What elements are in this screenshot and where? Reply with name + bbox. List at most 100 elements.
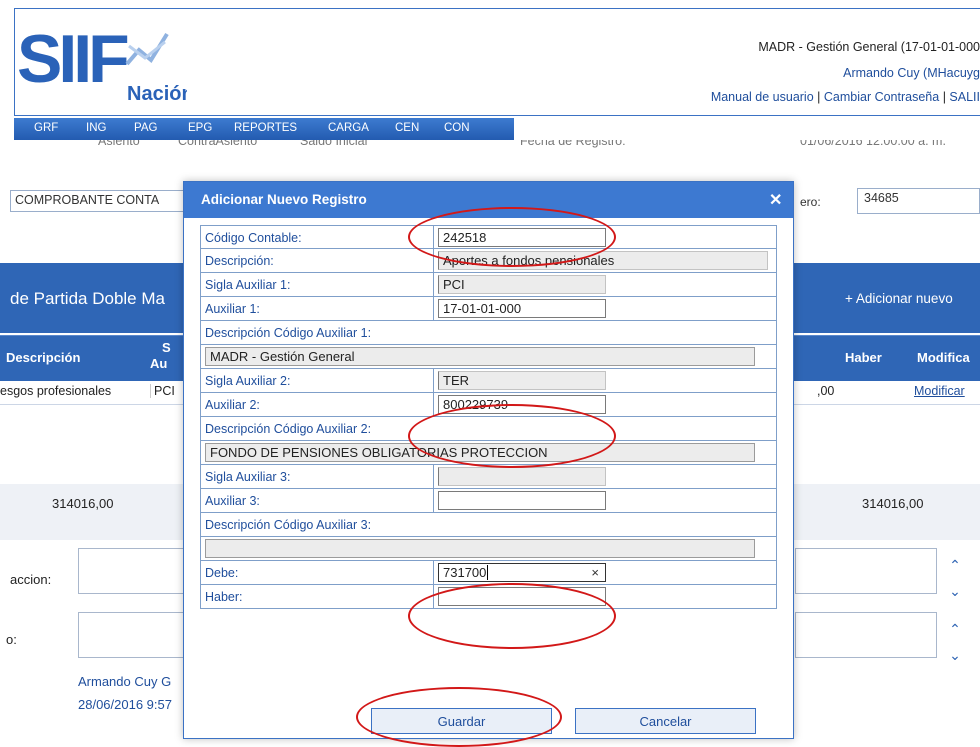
- logo-text: SIIF: [17, 21, 128, 97]
- menu-pag[interactable]: PAG: [134, 122, 157, 134]
- app-header: SIIF Nación MADR - Gestión General (17-0…: [0, 0, 980, 140]
- menu-reportes[interactable]: REPORTES: [234, 122, 297, 134]
- auxiliar2-input[interactable]: 800229739: [438, 395, 606, 414]
- row-debe: Debe: 731700 ×: [200, 561, 777, 585]
- memo1-textarea-right[interactable]: [795, 548, 937, 594]
- cancel-button[interactable]: Cancelar: [575, 708, 756, 734]
- dialog-header: Adicionar Nuevo Registro ✕: [184, 182, 793, 218]
- row-desc-aux1-label: Descripción Código Auxiliar 1:: [200, 321, 777, 345]
- link-separator: |: [813, 90, 824, 104]
- auxiliar3-input[interactable]: [438, 491, 606, 510]
- descripcion-label: Descripción:: [205, 254, 274, 268]
- memo1-label: accion:: [10, 572, 52, 587]
- manual-link[interactable]: Manual de usuario: [711, 90, 814, 104]
- close-icon[interactable]: ✕: [769, 190, 782, 210]
- section-title: de Partida Doble Ma: [10, 289, 165, 308]
- add-record-dialog: Adicionar Nuevo Registro ✕ Código Contab…: [183, 181, 794, 739]
- footer-user: Armando Cuy G: [78, 674, 172, 689]
- header-user[interactable]: Armando Cuy (MHacuyg: [843, 66, 980, 80]
- logout-link[interactable]: SALII: [949, 90, 980, 104]
- numero-field[interactable]: 34685: [857, 188, 980, 214]
- numero-label: ero:: [800, 195, 821, 209]
- sigla-aux3-field: [438, 467, 606, 486]
- sigla-aux1-label: Sigla Auxiliar 1:: [205, 278, 291, 292]
- desc-aux1-field: MADR - Gestión General: [205, 347, 755, 366]
- cell-haber: ,00: [817, 384, 835, 398]
- codigo-contable-label: Código Contable:: [205, 231, 302, 245]
- clear-icon[interactable]: ×: [591, 565, 599, 580]
- cut-off-options-line: Asiento ContraAsiento Saldo Inicial Fech…: [0, 140, 980, 154]
- sigla-aux2-label: Sigla Auxiliar 2:: [205, 374, 291, 388]
- col-modificar: Modifica: [917, 350, 970, 365]
- descripcion-field: Aportes a fondos pensionales: [438, 251, 768, 270]
- row-desc-aux3-label: Descripción Código Auxiliar 3:: [200, 513, 777, 537]
- menu-epg[interactable]: EPG: [188, 122, 212, 134]
- row-sigla-aux1: Sigla Auxiliar 1: PCI: [200, 273, 777, 297]
- codigo-contable-input[interactable]: 242518: [438, 228, 606, 247]
- menu-cen[interactable]: CEN: [395, 122, 419, 134]
- col-descripcion: Descripción: [6, 350, 81, 365]
- main-menu-bar: GRF ING PAG EPG REPORTES CARGA CEN CON: [14, 118, 514, 140]
- desc-aux3-field: [205, 539, 755, 558]
- row-desc-aux3-value: [200, 537, 777, 561]
- header-links: Manual de usuario | Cambiar Contraseña |…: [711, 90, 980, 104]
- menu-grf[interactable]: GRF: [34, 122, 58, 134]
- menu-ing[interactable]: ING: [86, 122, 106, 134]
- haber-input[interactable]: [438, 587, 606, 606]
- record-form: Código Contable: 242518 Descripción: Apo…: [200, 225, 777, 609]
- memo2-textarea-right[interactable]: [795, 612, 937, 658]
- save-button[interactable]: Guardar: [371, 708, 552, 734]
- sigla-aux2-field: TER: [438, 371, 606, 390]
- contraasiento-option[interactable]: ContraAsiento: [178, 140, 257, 148]
- debe-input[interactable]: 731700 ×: [438, 563, 606, 582]
- change-password-link[interactable]: Cambiar Contraseña: [824, 90, 939, 104]
- row-descripcion: Descripción: Aportes a fondos pensionale…: [200, 249, 777, 273]
- footer-date: 28/06/2016 9:57: [78, 697, 172, 712]
- saldo-inicial-option[interactable]: Saldo Inicial: [300, 140, 367, 148]
- col-haber: Haber: [845, 350, 882, 365]
- asiento-option[interactable]: Asiento: [98, 140, 140, 148]
- row-auxiliar3: Auxiliar 3:: [200, 489, 777, 513]
- add-new-button[interactable]: + Adicionar nuevo: [845, 291, 953, 306]
- cell-sigla: PCI: [150, 384, 175, 398]
- row-sigla-aux2: Sigla Auxiliar 2: TER: [200, 369, 777, 393]
- debe-value: 731700: [443, 565, 487, 580]
- chevron-down-icon[interactable]: ⌄: [944, 582, 966, 600]
- sigla-aux3-label: Sigla Auxiliar 3:: [205, 470, 291, 484]
- row-haber: Haber:: [200, 585, 777, 609]
- row-auxiliar1: Auxiliar 1: 17-01-01-000: [200, 297, 777, 321]
- link-separator: |: [939, 90, 950, 104]
- total-debe: 314016,00: [52, 496, 114, 511]
- auxiliar1-label: Auxiliar 1:: [205, 302, 260, 316]
- desc-aux3-label: Descripción Código Auxiliar 3:: [205, 518, 372, 532]
- menu-con[interactable]: CON: [444, 122, 470, 134]
- row-auxiliar2: Auxiliar 2: 800229739: [200, 393, 777, 417]
- chevron-up-icon[interactable]: ⌃: [944, 620, 966, 638]
- desc-aux2-label: Descripción Código Auxiliar 2:: [205, 422, 372, 436]
- fecha-registro-value: 01/06/2016 12:00:00 a. m.: [800, 140, 946, 148]
- auxiliar3-label: Auxiliar 3:: [205, 494, 260, 508]
- memo2-textarea[interactable]: [78, 612, 190, 658]
- col-aux-stub: Au: [150, 356, 168, 371]
- modify-link[interactable]: Modificar: [914, 384, 965, 398]
- row-codigo-contable: Código Contable: 242518: [200, 225, 777, 249]
- row-desc-aux1-value: MADR - Gestión General: [200, 345, 777, 369]
- haber-label: Haber:: [205, 590, 243, 604]
- desc-aux2-field: FONDO DE PENSIONES OBLIGATORIAS PROTECCI…: [205, 443, 755, 462]
- memo1-textarea[interactable]: [78, 548, 190, 594]
- auxiliar1-input[interactable]: 17-01-01-000: [438, 299, 606, 318]
- header-organization: MADR - Gestión General (17-01-01-000: [758, 40, 980, 54]
- chevron-down-icon[interactable]: ⌄: [944, 646, 966, 664]
- cell-descripcion: esgos profesionales: [0, 384, 112, 398]
- col-aux-stub-top: S: [162, 340, 171, 355]
- menu-carga[interactable]: CARGA: [328, 122, 369, 134]
- row-desc-aux2-value: FONDO DE PENSIONES OBLIGATORIAS PROTECCI…: [200, 441, 777, 465]
- desc-aux1-label: Descripción Código Auxiliar 1:: [205, 326, 372, 340]
- memo2-label: o:: [6, 632, 17, 647]
- comprobante-select[interactable]: COMPROBANTE CONTA: [10, 190, 190, 212]
- chevron-up-icon[interactable]: ⌃: [944, 556, 966, 574]
- total-haber: 314016,00: [862, 496, 924, 511]
- fecha-registro-label: Fecha de Registro:: [520, 140, 626, 148]
- sigla-aux1-field: PCI: [438, 275, 606, 294]
- logo-subtext: Nación: [127, 83, 187, 102]
